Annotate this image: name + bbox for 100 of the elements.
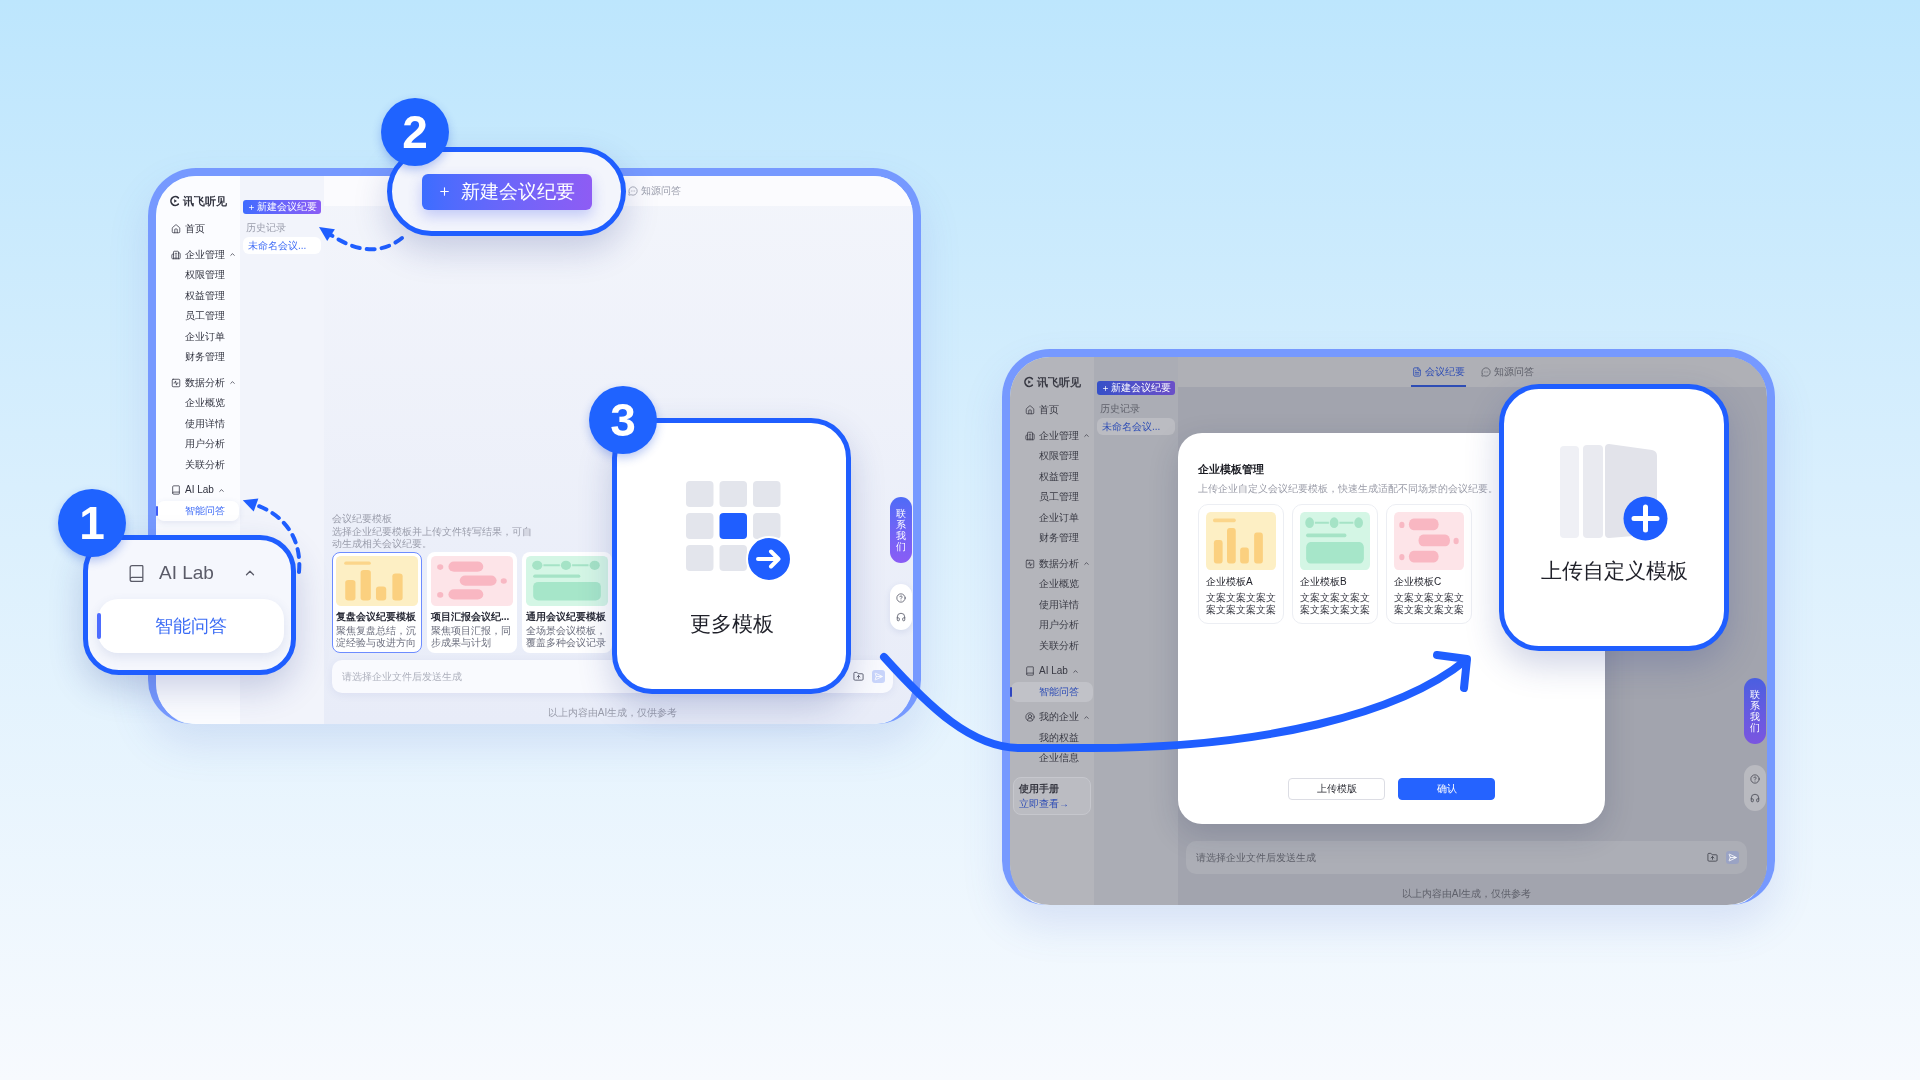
card-description: 文案文案文案文案文案文案文案 — [1300, 592, 1370, 616]
user-circle-icon — [1025, 712, 1035, 723]
nav-item[interactable]: 用户分析 — [157, 439, 239, 450]
nav-item[interactable]: 权益管理 — [1011, 471, 1093, 482]
card-title: 企业模板C — [1394, 576, 1443, 588]
nav-item[interactable]: 权限管理 — [1011, 451, 1093, 462]
help-icon[interactable] — [896, 592, 906, 603]
logo-text: 讯飞听见 — [1037, 376, 1081, 388]
callout-label: 更多模板 — [689, 611, 774, 637]
history-item[interactable]: 未命名会议... — [243, 237, 321, 254]
folder-icon[interactable] — [1707, 852, 1718, 863]
card-title: 企业模板B — [1300, 576, 1348, 588]
building-icon — [171, 249, 181, 260]
nav-item[interactable]: 企业订单 — [1011, 512, 1093, 523]
nav-item[interactable]: 员工管理 — [157, 311, 239, 322]
nav-item[interactable]: 财务管理 — [1011, 533, 1093, 544]
chat-icon — [1480, 367, 1491, 377]
nav-item[interactable]: 智能问答 — [157, 500, 239, 521]
folder-icon[interactable] — [853, 671, 864, 682]
nav-item[interactable]: 企业概览 — [1011, 579, 1093, 590]
nav-item[interactable]: 企业订单 — [157, 331, 239, 342]
history-heading: 历史记录 — [1099, 404, 1141, 414]
nav-item[interactable]: 权限管理 — [157, 270, 239, 281]
help-icon[interactable] — [1750, 773, 1760, 784]
dialog-title: 企业模板管理 — [1198, 463, 1265, 475]
manual-title: 使用手册 — [1019, 782, 1060, 795]
template-card[interactable]: 通用会议纪要模板 全场景会议模板，覆盖多种会议记录 — [522, 552, 612, 653]
logo-icon — [1024, 376, 1034, 388]
send-icon[interactable] — [1726, 851, 1739, 864]
nav-item[interactable]: 财务管理 — [157, 352, 239, 363]
card-title: 项目汇报会议纪... — [431, 611, 511, 623]
nav-group[interactable]: AI Lab — [1011, 661, 1093, 682]
card-title: 复盘会议纪要模板 — [336, 611, 417, 623]
nav-item[interactable]: 使用详情 — [157, 418, 239, 429]
nav-item[interactable]: 权益管理 — [157, 290, 239, 301]
headphones-icon[interactable] — [1750, 792, 1760, 803]
contact-button[interactable]: 联系我们 — [890, 497, 912, 563]
message-input[interactable]: 请选择企业文件后发送生成 — [1196, 851, 1322, 864]
template-card[interactable]: 复盘会议纪要模板 聚焦复盘总结，沉淀经验与改进方向 — [332, 552, 422, 653]
nav-group[interactable]: 我的企业 — [1011, 707, 1093, 728]
logo-text: 讯飞听见 — [183, 195, 227, 207]
headphones-icon[interactable] — [896, 611, 906, 622]
template-card[interactable]: 企业模板B 文案文案文案文案文案文案文案 — [1292, 504, 1378, 624]
house-icon — [171, 224, 181, 235]
logo-icon — [170, 195, 180, 207]
contact-button[interactable]: 联系我们 — [1744, 678, 1766, 744]
template-card[interactable]: 企业模板A 文案文案文案文案文案文案文案 — [1198, 504, 1284, 624]
dialog-description: 上传企业自定义会议纪要模板，快速生成适配不同场景的会议纪要。 — [1198, 483, 1499, 495]
card-description: 聚焦项目汇报，同步成果与计划 — [431, 625, 512, 649]
section-title: 会议纪要模板 — [332, 514, 393, 524]
upload-template-button[interactable]: 上传模版 — [1288, 778, 1385, 800]
timeline-thumbnail — [1394, 512, 1464, 570]
nav-group[interactable]: AI Lab — [88, 560, 291, 586]
plus-icon — [438, 185, 451, 198]
card-description: 文案文案文案文案文案文案文案 — [1206, 592, 1276, 616]
nav-item[interactable]: 使用详情 — [1011, 599, 1093, 610]
view-now-link[interactable]: 立即查看→ — [1019, 798, 1085, 809]
plus-icon — [247, 203, 255, 211]
nav-group[interactable]: 企业管理 — [157, 244, 239, 265]
template-card[interactable]: 项目汇报会议纪... 聚焦项目汇报，同步成果与计划 — [427, 552, 517, 653]
new-meeting-button[interactable]: 新建会议纪要 — [1097, 381, 1175, 395]
nav-group[interactable]: AI Lab — [157, 480, 239, 501]
nav-item[interactable]: 关联分析 — [1011, 640, 1093, 651]
nav-group[interactable]: 数据分析 — [157, 372, 239, 393]
input-field[interactable]: 请选择企业文件后发送生成 — [1186, 841, 1747, 874]
tab[interactable]: 会议纪要 — [1410, 359, 1466, 387]
step-badge: 1 — [58, 489, 126, 557]
history-heading: 历史记录 — [245, 223, 287, 233]
nav-item[interactable]: 关联分析 — [157, 459, 239, 470]
document-icon — [1411, 367, 1422, 377]
bar-chart-thumbnail — [1206, 512, 1276, 570]
nav-item[interactable]: 员工管理 — [1011, 492, 1093, 503]
nav-item[interactable]: 首页 — [157, 219, 239, 240]
activity-square-icon — [171, 377, 181, 388]
chat-icon — [628, 186, 638, 196]
nav-item[interactable]: 首页 — [1011, 400, 1093, 421]
template-card[interactable]: 企业模板C 文案文案文案文案文案文案文案 — [1386, 504, 1472, 624]
confirm-button[interactable]: 确认 — [1398, 778, 1495, 800]
new-meeting-button[interactable]: 新建会议纪要 — [243, 200, 321, 214]
nav-group[interactable]: 企业管理 — [1011, 425, 1093, 446]
message-input[interactable]: 请选择企业文件后发送生成 — [342, 670, 468, 683]
nav-item[interactable]: 企业概览 — [157, 398, 239, 409]
history-item[interactable]: 未命名会议... — [1097, 418, 1175, 435]
card-description: 全场景会议模板，覆盖多种会议记录 — [526, 625, 607, 649]
selection-bar-icon — [97, 613, 101, 639]
house-icon — [1025, 405, 1035, 416]
layout-thumbnail — [1300, 512, 1370, 570]
card-title: 通用会议纪要模板 — [526, 611, 607, 623]
nav-item[interactable]: 我的权益 — [1011, 732, 1093, 743]
nav-group[interactable]: 数据分析 — [1011, 553, 1093, 574]
new-meeting-button[interactable]: 新建会议纪要 — [421, 173, 592, 210]
nav-item[interactable]: 智能问答 — [98, 599, 284, 653]
plus-icon — [1101, 384, 1109, 392]
nav-item[interactable]: 用户分析 — [1011, 620, 1093, 631]
book-icon — [171, 485, 181, 496]
tab[interactable]: 知源问答 — [1479, 359, 1535, 387]
nav-item[interactable]: 智能问答 — [1011, 681, 1093, 702]
grid-arrow-icon — [686, 481, 792, 582]
nav-item[interactable]: 企业信息 — [1011, 753, 1093, 764]
card-title: 企业模板A — [1206, 576, 1254, 588]
